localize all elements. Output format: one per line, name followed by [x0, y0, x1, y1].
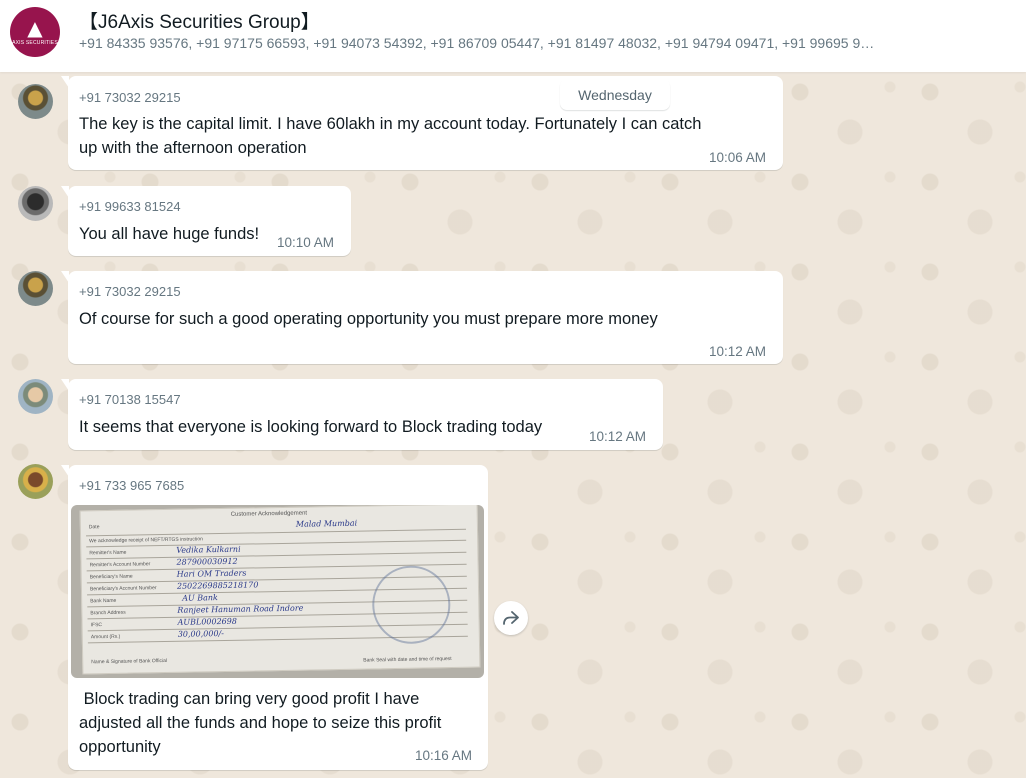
message-text: You all have huge funds!	[79, 222, 259, 246]
receipt-remitter-name: Vedika Kulkarni	[176, 544, 241, 555]
receipt-label: Beneficiary's Name	[89, 573, 133, 581]
receipt-label: Remitter's Name	[89, 549, 127, 557]
receipt-ifsc: AUBL0002698	[177, 616, 237, 627]
sender-phone[interactable]: +91 99633 81524	[79, 199, 181, 214]
forward-button[interactable]	[494, 601, 528, 635]
group-avatar[interactable]: ▲ AXIS SECURITIES	[10, 7, 60, 57]
message-time: 10:10 AM	[277, 235, 335, 250]
message-bubble[interactable]: +91 99633 81524 You all have huge funds!…	[61, 186, 351, 256]
sender-avatar[interactable]	[18, 84, 53, 119]
message-line: You all have huge funds!	[79, 225, 260, 243]
receipt-beneficiary-account: 2502269885218170	[176, 580, 259, 591]
group-avatar-text: AXIS SECURITIES	[12, 40, 58, 46]
sender-avatar[interactable]	[18, 464, 53, 499]
receipt-title: Customer Acknowledgement	[230, 510, 308, 518]
receipt-branch: Malad Mumbai	[295, 518, 358, 529]
receipt-bank-name: AU Bank	[182, 593, 218, 603]
receipt-remitter-account: 287900030912	[176, 556, 238, 567]
receipt-label: Remitter's Account Number	[89, 561, 151, 569]
receipt-rule	[86, 528, 466, 537]
message-line: It seems that everyone is looking forwar…	[79, 418, 543, 436]
receipt-beneficiary-name: Hari OM Traders	[176, 568, 247, 579]
sender-avatar[interactable]	[18, 379, 53, 414]
message-line: adjusted all the funds and hope to seize…	[79, 714, 442, 732]
message-line: Of course for such a good operating oppo…	[79, 310, 658, 328]
sender-phone[interactable]: +91 73032 29215	[79, 90, 181, 105]
message-bubble[interactable]: +91 73032 29215 Of course for such a goo…	[61, 271, 783, 364]
receipt-label: Bank Name	[90, 597, 117, 605]
sender-phone[interactable]: +91 70138 15547	[79, 392, 181, 407]
message-text: Block trading can bring very good profit…	[79, 687, 441, 759]
receipt-rule	[86, 551, 467, 560]
message-line: The key is the capital limit. I have 60l…	[79, 115, 702, 133]
receipt-label: Branch Address	[90, 609, 126, 617]
bank-seal-stamp	[371, 565, 451, 645]
sender-avatar[interactable]	[18, 271, 53, 306]
message-line: opportunity	[79, 738, 161, 756]
group-title[interactable]: 【J6Axis Securities Group】	[79, 7, 320, 34]
receipt-label: Amount (Rs.)	[90, 633, 121, 641]
receipt-footer-left: Name & Signature of Bank Official	[91, 657, 168, 666]
sender-avatar[interactable]	[18, 186, 53, 221]
receipt-label: Date	[88, 524, 100, 531]
receipt-label: IFSC	[90, 622, 103, 629]
message-text: It seems that everyone is looking forwar…	[79, 415, 542, 439]
receipt-branch-address: Ranjeet Hanuman Road Indore	[177, 603, 304, 615]
message-bubble[interactable]: +91 70138 15547 It seems that everyone i…	[61, 379, 663, 450]
sender-phone[interactable]: +91 73032 29215	[79, 284, 181, 299]
receipt-image[interactable]: Customer Acknowledgement Date Malad Mumb…	[71, 505, 484, 678]
group-members[interactable]: +91 84335 93576, +91 97175 66593, +91 94…	[79, 35, 999, 51]
receipt-label: We acknowledge receipt of NEFT/RTGS inst…	[89, 536, 203, 545]
message-time: 10:06 AM	[709, 150, 767, 165]
axis-logo-icon: ▲	[27, 16, 43, 40]
receipt-amount: 30,00,000/-	[177, 628, 224, 639]
message-text: Of course for such a good operating oppo…	[79, 307, 658, 331]
message-line: up with the afternoon operation	[79, 139, 307, 157]
chat-header[interactable]: ▲ AXIS SECURITIES 【J6Axis Securities Gro…	[0, 0, 1026, 72]
receipt-paper: Customer Acknowledgement Date Malad Mumb…	[79, 505, 481, 675]
message-bubble[interactable]: +91 73032 29215 The key is the capital l…	[61, 76, 783, 170]
message-time: 10:16 AM	[415, 748, 473, 763]
sender-phone[interactable]: +91 733 965 7685	[79, 478, 184, 493]
forward-icon	[503, 611, 519, 625]
receipt-footer-right: Bank Seal with date and time of request	[363, 656, 452, 664]
day-chip: Wednesday	[560, 79, 670, 110]
message-bubble[interactable]: +91 733 965 7685 Customer Acknowledgemen…	[61, 465, 488, 770]
message-text: The key is the capital limit. I have 60l…	[79, 112, 701, 160]
receipt-label: Beneficiary's Account Number	[89, 585, 157, 593]
message-line: Block trading can bring very good profit…	[79, 690, 420, 708]
message-time: 10:12 AM	[589, 429, 647, 444]
message-time: 10:12 AM	[709, 344, 767, 359]
